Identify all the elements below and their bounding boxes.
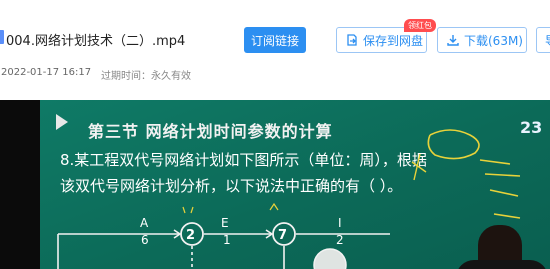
export-button[interactable]: 导: [536, 27, 550, 53]
expire-info: 过期时间：永久有效: [101, 71, 191, 82]
node-label-7: 7: [278, 228, 287, 243]
activity-E-duration: 1: [223, 233, 231, 247]
download-button[interactable]: 下载(63M): [437, 27, 527, 53]
file-title: 004.网络计划技术（二）.mp4: [6, 34, 186, 49]
node-label-2: 2: [186, 228, 195, 243]
red-packet-badge: 领红包: [404, 19, 436, 32]
presenter-body: [456, 260, 548, 269]
handwriting-mark: [411, 153, 427, 181]
download-button-label: 下载(63M): [464, 33, 523, 48]
activity-I-duration: 2: [336, 233, 344, 247]
subscribe-link-button[interactable]: 订阅链接: [244, 27, 306, 53]
save-button-label: 保存到网盘: [363, 33, 424, 48]
network-node-partial: [313, 248, 347, 269]
activity-I-name: I: [338, 216, 342, 230]
download-icon: [447, 35, 459, 46]
export-button-label: 导: [545, 32, 550, 49]
lecture-slide: 第三节 网络计划时间参数的计算 23 8.某工程双代号网络计划如下图所示（单位：…: [40, 100, 550, 269]
video-file-icon: [0, 30, 4, 44]
activity-E-name: E: [221, 216, 229, 230]
handwriting-annotation: [427, 129, 480, 160]
handwriting-notes: [479, 159, 521, 219]
activity-A-name: A: [140, 216, 149, 230]
network-diagram: 2 7 A 6 E 1 I 2: [57, 129, 521, 269]
activity-A-duration: 6: [141, 233, 149, 247]
upload-date: 2022-01-17 16:17: [1, 67, 92, 78]
save-to-cloud-icon: [347, 34, 357, 46]
video-player[interactable]: 第三节 网络计划时间参数的计算 23 8.某工程双代号网络计划如下图所示（单位：…: [0, 100, 550, 269]
file-header: 004.网络计划技术（二）.mp4 订阅链接 保存到网盘 领红包 下载(63M)…: [0, 0, 550, 100]
